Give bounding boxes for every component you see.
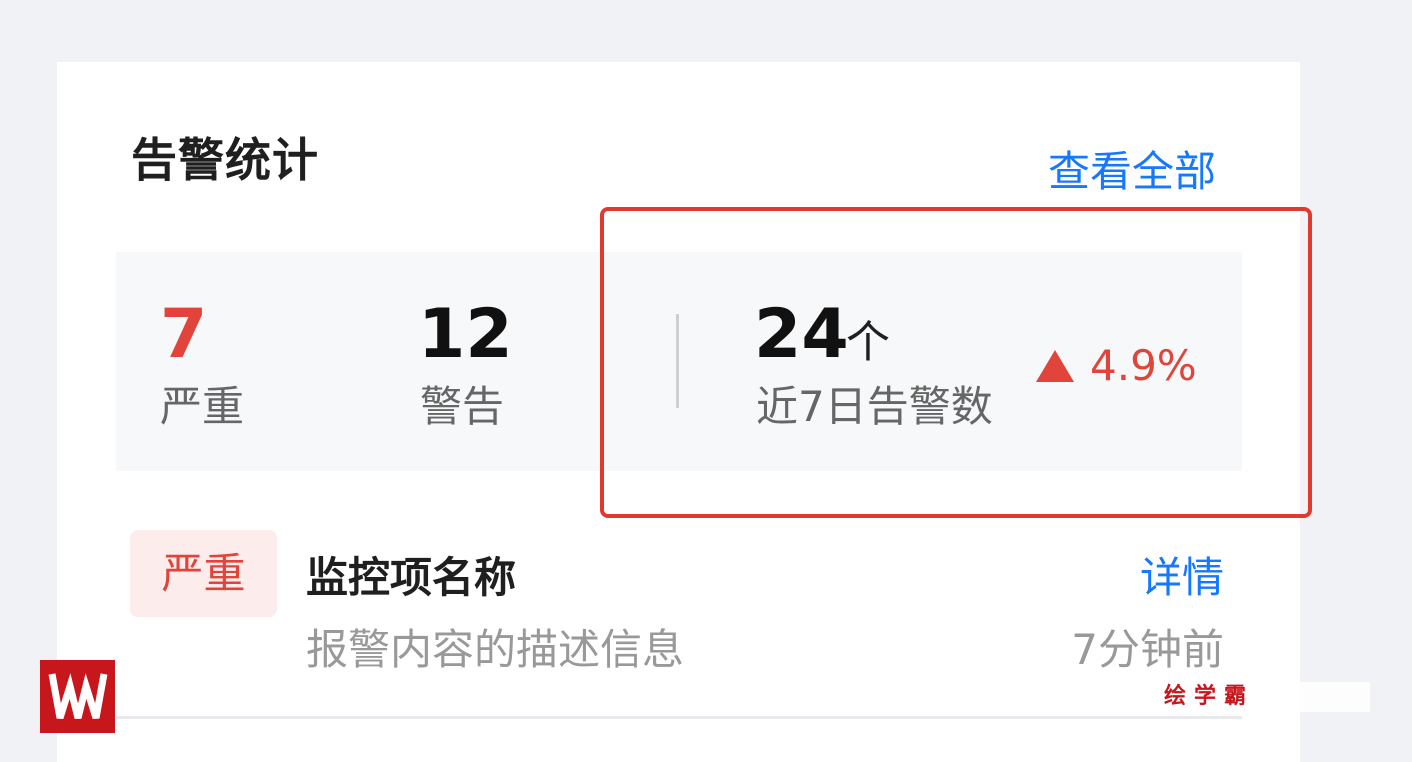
stats-divider: [676, 314, 679, 408]
list-divider: [116, 716, 1242, 719]
trend-value: 4.9%: [1090, 341, 1197, 390]
recent-alert-label: 近7日告警数: [756, 382, 993, 431]
recent-alert-unit: 个: [846, 317, 890, 368]
alert-item-name: 监控项名称: [306, 553, 517, 602]
view-all-link[interactable]: 查看全部: [1048, 142, 1216, 202]
alert-detail-link[interactable]: 详情: [1140, 550, 1224, 606]
alert-item-description: 报警内容的描述信息: [306, 625, 685, 674]
recent-alert-count: 24: [754, 295, 849, 374]
alert-level-tag: 严重: [130, 530, 277, 617]
card-title: 告警统计: [131, 133, 319, 187]
watermark-brand: 绘学霸: [1060, 682, 1370, 712]
watermark-brand-text: 绘学霸: [1163, 684, 1254, 709]
warning-count: 12: [418, 295, 513, 374]
trend-indicator: 4.9%: [1036, 341, 1197, 391]
watermark-logo-icon: [40, 660, 115, 733]
severe-label: 严重: [160, 382, 245, 431]
alert-item-time: 7分钟前: [1071, 625, 1224, 674]
trend-up-icon: [1036, 350, 1074, 382]
severe-count: 7: [160, 295, 208, 374]
warning-label: 警告: [420, 382, 505, 431]
